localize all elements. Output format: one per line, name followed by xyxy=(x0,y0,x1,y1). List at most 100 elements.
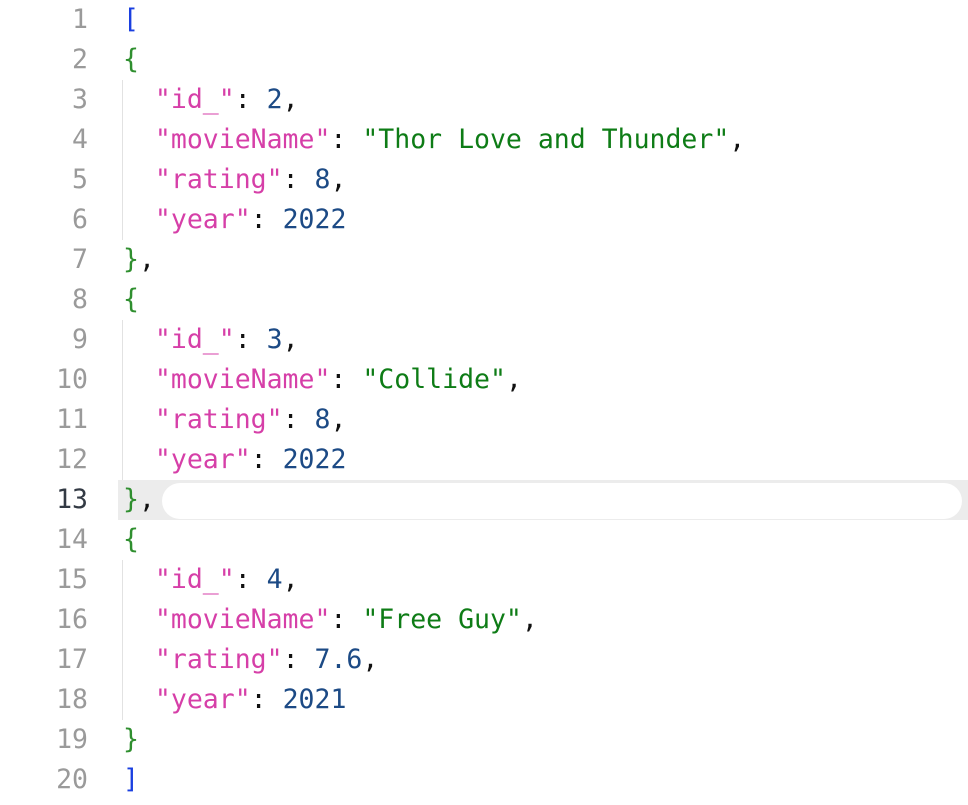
token: "year" xyxy=(154,684,251,715)
code-line[interactable]: 17 "rating": 7.6, xyxy=(0,640,968,680)
code-line[interactable]: 11 "rating": 8, xyxy=(0,400,968,440)
code-line[interactable]: 10 "movieName": "Collide", xyxy=(0,360,968,400)
redacted-region xyxy=(162,483,962,519)
token: , xyxy=(138,484,155,515)
token: , xyxy=(729,124,746,155)
line-number: 19 xyxy=(56,724,88,755)
token: : xyxy=(282,404,315,435)
line-code: "id_": 2, xyxy=(123,80,299,120)
token: , xyxy=(521,604,538,635)
line-code: "id_": 4, xyxy=(123,560,299,600)
code-line[interactable]: 15 "id_": 4, xyxy=(0,560,968,600)
token: , xyxy=(505,364,522,395)
code-editor[interactable]: 1[2{3 "id_": 2, 4 "movieName": "Thor Love… xyxy=(0,0,968,805)
line-code: "rating": 7.6, xyxy=(123,640,378,680)
token: : xyxy=(234,84,267,115)
token: ] xyxy=(123,764,139,795)
token: : xyxy=(250,684,283,715)
token: { xyxy=(123,284,139,315)
token: "Collide" xyxy=(362,364,506,395)
token: "id_" xyxy=(154,564,235,595)
code-line[interactable]: 13}, xyxy=(0,480,968,520)
code-line[interactable]: 9 "id_": 3, xyxy=(0,320,968,360)
line-code: { xyxy=(123,520,139,560)
token: "rating" xyxy=(154,644,283,675)
token: , xyxy=(138,244,155,275)
token: "movieName" xyxy=(154,604,331,635)
token: 2022 xyxy=(282,204,347,235)
line-number: 16 xyxy=(56,604,88,635)
token: } xyxy=(123,724,139,755)
token: : xyxy=(250,204,283,235)
line-number: 2 xyxy=(72,44,88,75)
line-code: "rating": 8, xyxy=(123,400,347,440)
code-line[interactable]: 4 "movieName": "Thor Love and Thunder", xyxy=(0,120,968,160)
line-code: "rating": 8, xyxy=(123,160,347,200)
line-code: [ xyxy=(123,0,139,40)
token: "id_" xyxy=(154,324,235,355)
token: "year" xyxy=(154,444,251,475)
token: "year" xyxy=(154,204,251,235)
token: 2 xyxy=(266,84,283,115)
token: 7.6 xyxy=(314,644,363,675)
token: : xyxy=(234,564,267,595)
code-line[interactable]: 7}, xyxy=(0,240,968,280)
code-line[interactable]: 1[ xyxy=(0,0,968,40)
code-line[interactable]: 6 "year": 2022 xyxy=(0,200,968,240)
token: , xyxy=(282,84,299,115)
token: [ xyxy=(123,4,139,35)
line-number: 18 xyxy=(56,684,88,715)
code-line[interactable]: 3 "id_": 2, xyxy=(0,80,968,120)
token: : xyxy=(330,364,363,395)
line-number: 12 xyxy=(56,444,88,475)
token: : xyxy=(330,124,363,155)
line-number: 1 xyxy=(72,4,88,35)
line-number: 13 xyxy=(56,484,88,515)
line-number: 14 xyxy=(56,524,88,555)
line-number: 20 xyxy=(56,764,88,795)
line-code: { xyxy=(123,40,139,80)
token: : xyxy=(234,324,267,355)
code-line[interactable]: 19} xyxy=(0,720,968,760)
token: { xyxy=(123,44,139,75)
code-line[interactable]: 2{ xyxy=(0,40,968,80)
token: "Thor Love and Thunder" xyxy=(362,124,730,155)
token: } xyxy=(123,244,139,275)
token: , xyxy=(362,644,379,675)
token: : xyxy=(250,444,283,475)
token: 2022 xyxy=(282,444,347,475)
line-number: 17 xyxy=(56,644,88,675)
token: , xyxy=(330,164,347,195)
token: "rating" xyxy=(154,164,283,195)
line-number: 15 xyxy=(56,564,88,595)
line-number: 8 xyxy=(72,284,88,315)
token: , xyxy=(330,404,347,435)
line-code: "movieName": "Free Guy", xyxy=(123,600,538,640)
code-line[interactable]: 8{ xyxy=(0,280,968,320)
line-code: "year": 2022 xyxy=(123,440,346,480)
code-line[interactable]: 16 "movieName": "Free Guy", xyxy=(0,600,968,640)
code-line[interactable]: 18 "year": 2021 xyxy=(0,680,968,720)
token: "rating" xyxy=(154,404,283,435)
line-code: "movieName": "Thor Love and Thunder", xyxy=(123,120,745,160)
line-number: 9 xyxy=(72,324,88,355)
token: "movieName" xyxy=(154,364,331,395)
code-line[interactable]: 12 "year": 2022 xyxy=(0,440,968,480)
token: 8 xyxy=(314,404,331,435)
code-line[interactable]: 5 "rating": 8, xyxy=(0,160,968,200)
token: "id_" xyxy=(154,84,235,115)
token: : xyxy=(282,164,315,195)
token: 8 xyxy=(314,164,331,195)
code-line[interactable]: 20] xyxy=(0,760,968,800)
code-line[interactable]: 14 { xyxy=(0,520,968,560)
